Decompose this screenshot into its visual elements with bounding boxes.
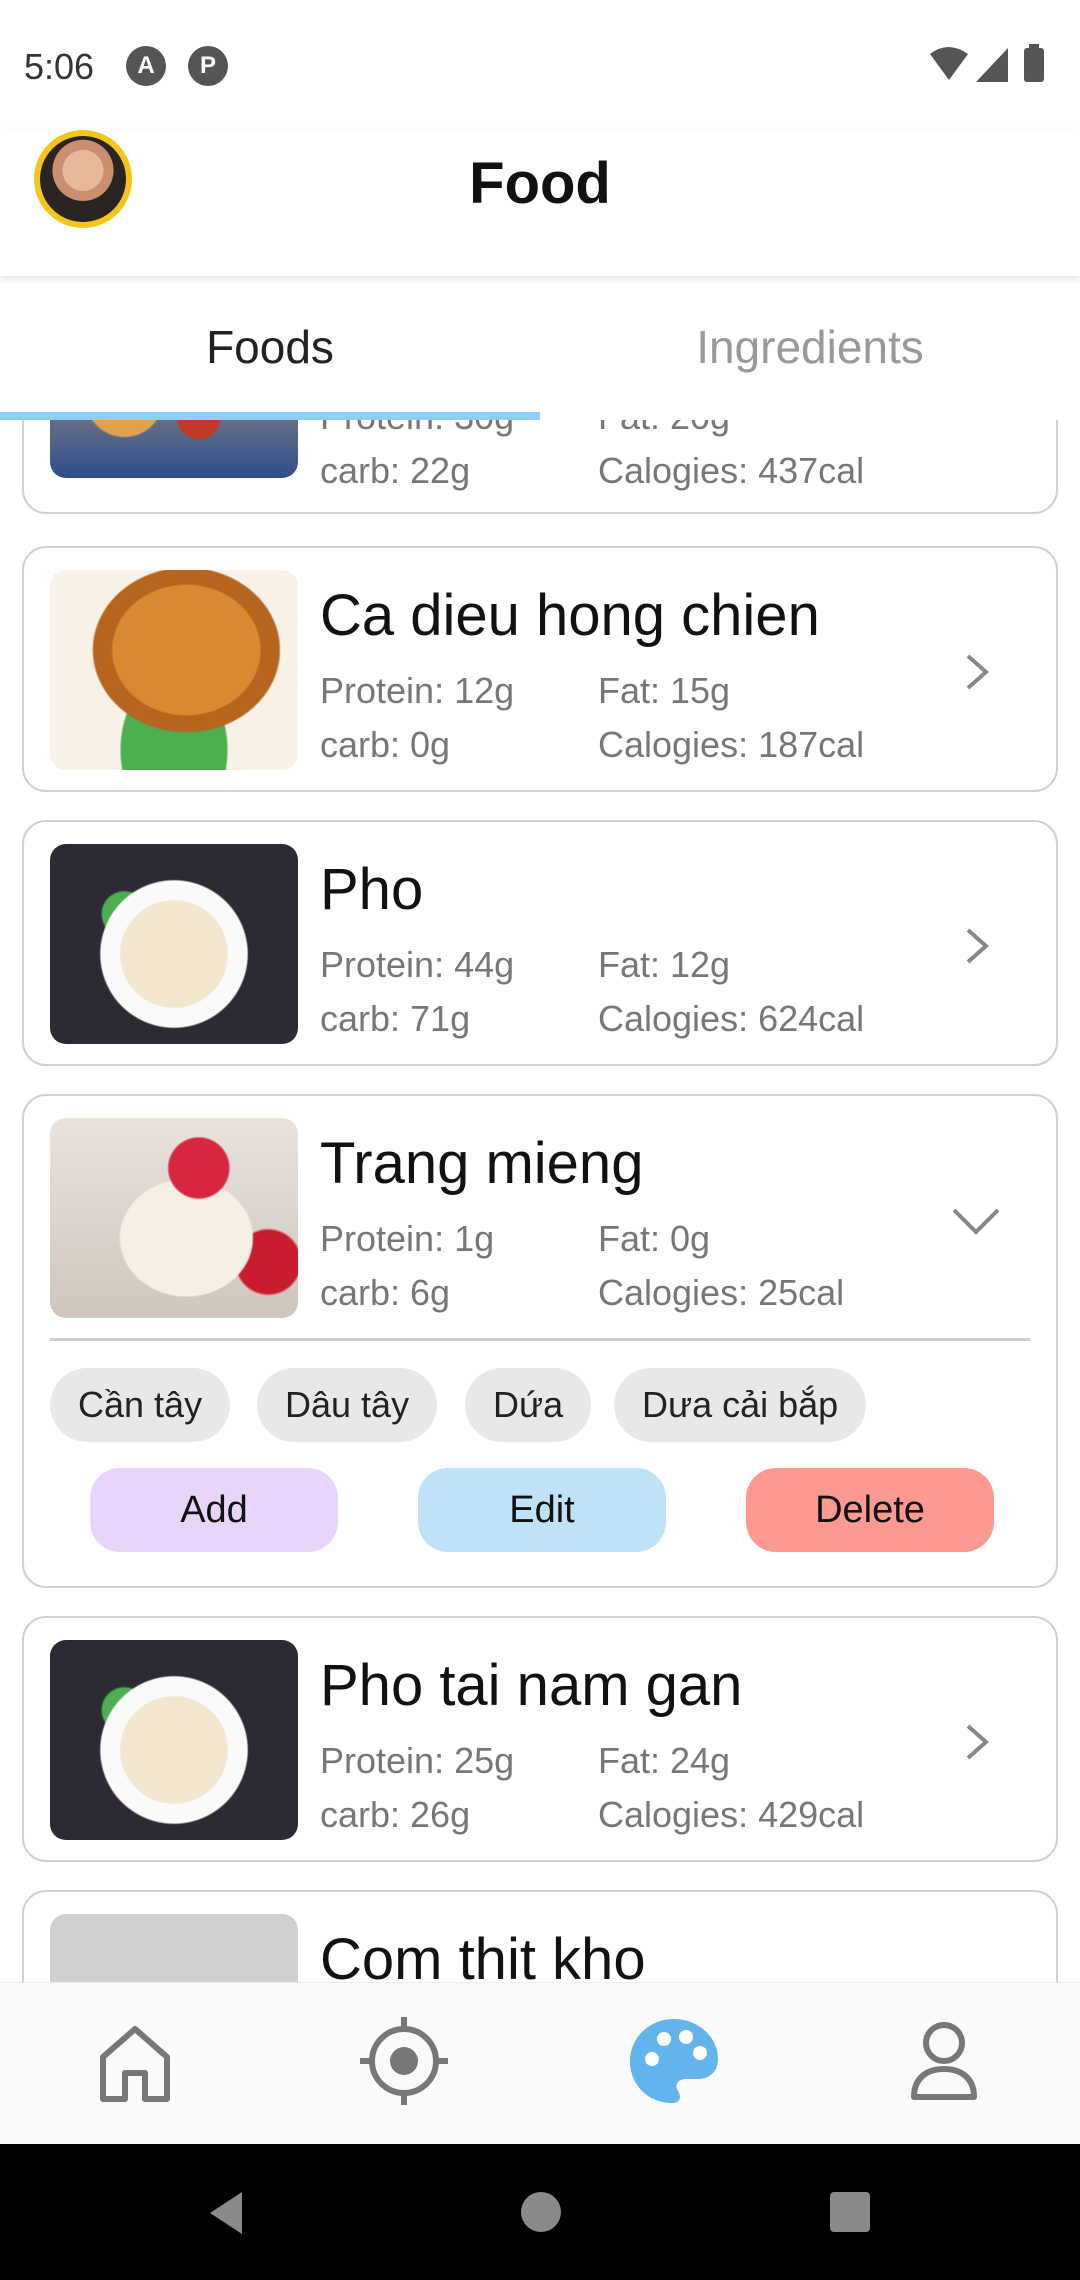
tab-foods[interactable]: Foods — [0, 320, 540, 374]
user-icon[interactable] — [894, 2011, 994, 2111]
food-card[interactable]: Ca dieu hong chien Protein: 12g Fat: 15g… — [22, 546, 1058, 792]
food-image-placeholder — [50, 1914, 298, 1982]
calories-value: Calogies: 437cal — [598, 450, 865, 491]
bottom-navigation — [0, 1982, 1080, 2144]
app-header: Food — [0, 130, 1080, 276]
ingredient-chip[interactable]: Dưa cải bắp — [614, 1368, 867, 1442]
page-title: Food — [469, 151, 611, 216]
battery-icon — [1024, 48, 1044, 82]
divider — [50, 1338, 1030, 1341]
carb-value: carb: 22g — [320, 450, 471, 491]
home-icon[interactable] — [85, 2011, 185, 2111]
protein-value: Protein: 44g — [320, 944, 515, 985]
chevron-down-icon[interactable] — [950, 1200, 1002, 1240]
food-name: Pho tai nam gan — [320, 1653, 743, 1718]
food-name: Pho — [320, 857, 424, 922]
food-image — [50, 420, 298, 478]
protein-value: Protein: 1g — [320, 1218, 495, 1259]
calories-value: Calogies: 624cal — [598, 998, 865, 1039]
carb-value: carb: 6g — [320, 1272, 451, 1313]
fat-value: Fat: 15g — [598, 670, 731, 711]
app-notification-icon: P — [188, 46, 228, 86]
status-icons — [930, 44, 1044, 82]
fat-value: Fat: 24g — [598, 1740, 731, 1781]
tab-ingredients[interactable]: Ingredients — [540, 320, 1080, 374]
back-icon[interactable] — [202, 2188, 252, 2238]
ingredient-chip[interactable]: Dâu tây — [257, 1368, 438, 1442]
calories-value: Calogies: 187cal — [598, 724, 865, 765]
calories-value: Calogies: 429cal — [598, 1794, 865, 1835]
food-card-expanded[interactable]: Trang mieng Protein: 1g Fat: 0g carb: 6g… — [22, 1094, 1058, 1588]
status-bar: 5:06 A P — [0, 0, 1080, 130]
carb-value: carb: 0g — [320, 724, 451, 765]
chevron-right-icon[interactable] — [956, 926, 996, 966]
tab-bar: Foods Ingredients — [0, 276, 1080, 420]
edit-button[interactable]: Edit — [418, 1468, 666, 1552]
ingredient-chip[interactable]: Cần tây — [50, 1368, 231, 1442]
add-button[interactable]: Add — [90, 1468, 338, 1552]
food-image — [50, 1640, 298, 1840]
carb-value: carb: 71g — [320, 998, 471, 1039]
protein-value: Protein: 25g — [320, 1740, 515, 1781]
target-icon[interactable] — [354, 2011, 454, 2111]
food-name: Ca dieu hong chien — [320, 583, 820, 648]
food-image — [50, 1118, 298, 1318]
food-image — [50, 570, 298, 770]
signal-icon — [976, 48, 1008, 82]
fat-value: Fat: 20g — [598, 420, 730, 438]
food-name: Com thit kho — [320, 1927, 646, 1982]
fat-value: Fat: 0g — [598, 1218, 711, 1259]
protein-value: Protein: 12g — [320, 670, 515, 711]
food-list[interactable]: Protein: 30g Fat: 20g carb: 22g Calogies… — [0, 420, 1080, 1982]
calories-value: Calogies: 25cal — [598, 1272, 845, 1313]
delete-button[interactable]: Delete — [746, 1468, 994, 1552]
system-navigation-bar — [0, 2144, 1080, 2280]
food-card[interactable]: Pho Protein: 44g Fat: 12g carb: 71g Calo… — [22, 820, 1058, 1066]
food-image — [50, 844, 298, 1044]
carb-value: carb: 26g — [320, 1794, 471, 1835]
vpn-icon: A — [126, 46, 166, 86]
tab-indicator — [0, 412, 540, 420]
wifi-icon — [930, 47, 968, 80]
palette-icon[interactable] — [624, 2011, 724, 2111]
home-button-icon[interactable] — [519, 2190, 563, 2234]
food-card[interactable]: Pho tai nam gan Protein: 25g Fat: 24g ca… — [22, 1616, 1058, 1862]
fat-value: Fat: 12g — [598, 944, 731, 985]
recents-icon[interactable] — [828, 2190, 872, 2234]
food-name: Trang mieng — [320, 1131, 644, 1196]
food-card[interactable]: Protein: 30g Fat: 20g carb: 22g Calogies… — [22, 420, 1058, 514]
protein-value: Protein: 30g — [320, 420, 514, 438]
food-card[interactable]: Com thit kho — [22, 1890, 1058, 1982]
ingredient-chip[interactable]: Dứa — [465, 1368, 592, 1442]
status-time: 5:06 — [24, 46, 95, 87]
chevron-right-icon[interactable] — [956, 1722, 996, 1762]
chevron-right-icon[interactable] — [956, 652, 996, 692]
